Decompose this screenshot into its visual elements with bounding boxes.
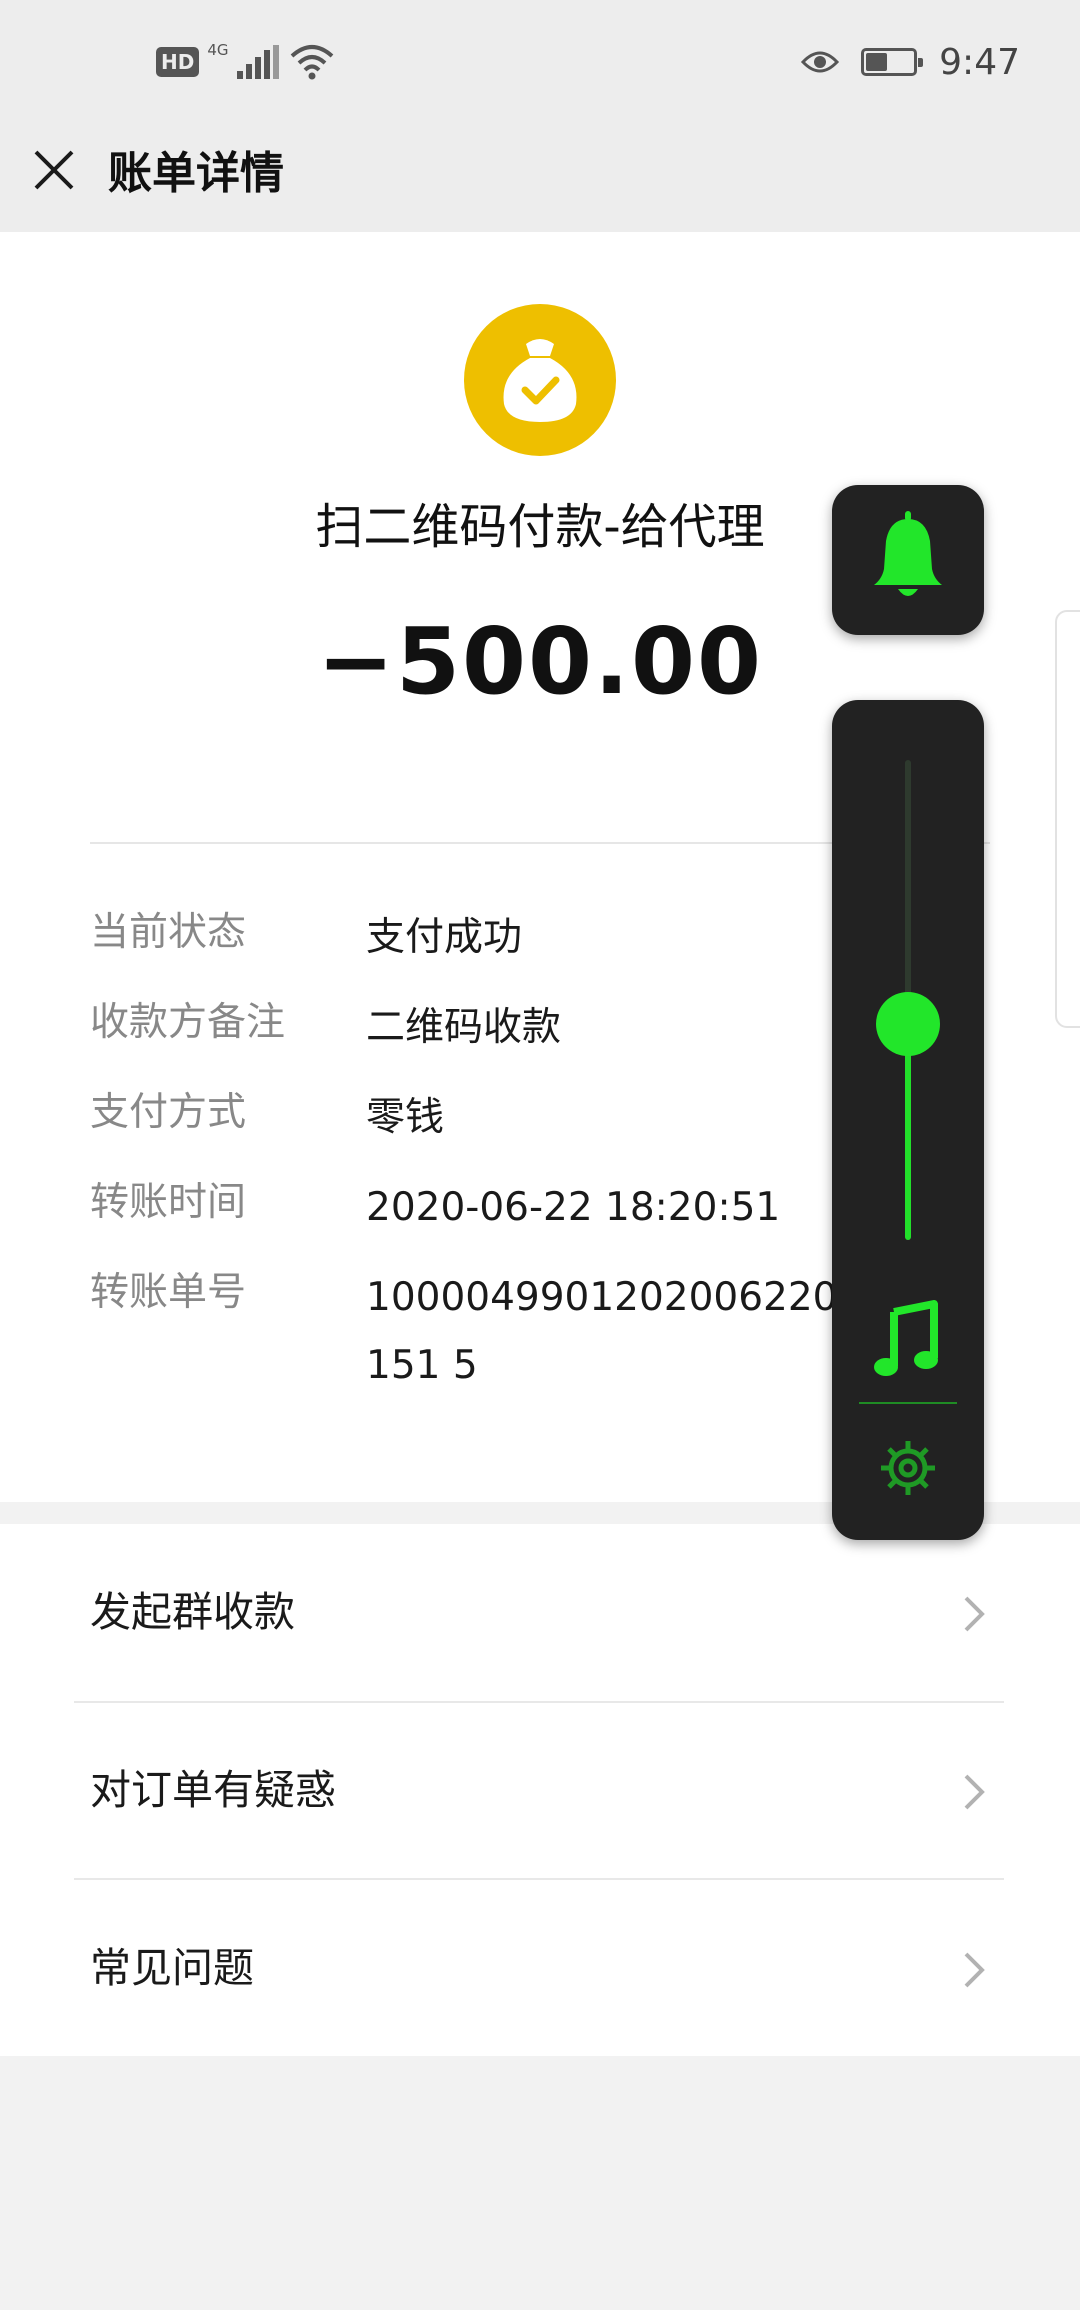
status-left-icons: HD 4G	[156, 40, 335, 84]
menu-item-faq[interactable]: 常见问题	[0, 1880, 1080, 2056]
chevron-right-icon	[964, 1774, 985, 1810]
volume-slider-fill	[905, 1024, 911, 1240]
wifi-icon	[290, 45, 333, 80]
detail-label: 转账时间	[90, 1180, 247, 1225]
menu-item-group-collect[interactable]: 发起群收款	[0, 1524, 1080, 1700]
clock: 9:47	[939, 41, 1020, 83]
chevron-right-icon	[964, 1596, 985, 1632]
action-menu: 发起群收款 对订单有疑惑 常见问题	[0, 1524, 1080, 2056]
menu-item-label: 常见问题	[90, 1944, 254, 1992]
menu-item-label: 对订单有疑惑	[90, 1766, 336, 1814]
page-title: 账单详情	[108, 148, 284, 199]
bell-icon	[874, 511, 942, 596]
divider	[859, 1402, 957, 1404]
hd-icon: HD	[156, 47, 200, 77]
close-icon[interactable]	[28, 144, 80, 196]
detail-label: 收款方备注	[90, 1000, 286, 1045]
notification-toggle[interactable]	[832, 485, 984, 635]
battery-level	[866, 53, 888, 71]
side-drawer-handle[interactable]	[1055, 610, 1080, 1028]
gear-icon[interactable]	[878, 1438, 938, 1498]
nav-bar: 账单详情	[0, 120, 1080, 232]
money-bag-check-icon	[464, 304, 616, 456]
detail-label: 当前状态	[90, 910, 247, 955]
eye-icon	[801, 51, 840, 73]
volume-panel	[832, 700, 984, 1540]
menu-item-label: 发起群收款	[90, 1588, 295, 1636]
status-bar: HD 4G 9:47	[0, 0, 1080, 120]
chevron-right-icon	[964, 1952, 985, 1988]
battery-icon	[861, 48, 924, 76]
music-note-icon[interactable]	[874, 1300, 942, 1380]
menu-item-order-question[interactable]: 对订单有疑惑	[0, 1702, 1080, 1878]
network-type-label: 4G	[207, 41, 229, 59]
status-right-icons: 9:47	[801, 36, 1020, 88]
volume-slider-thumb[interactable]	[876, 992, 940, 1056]
signal-icon	[236, 45, 279, 79]
detail-label: 转账单号	[90, 1270, 247, 1315]
detail-label: 支付方式	[90, 1090, 247, 1135]
